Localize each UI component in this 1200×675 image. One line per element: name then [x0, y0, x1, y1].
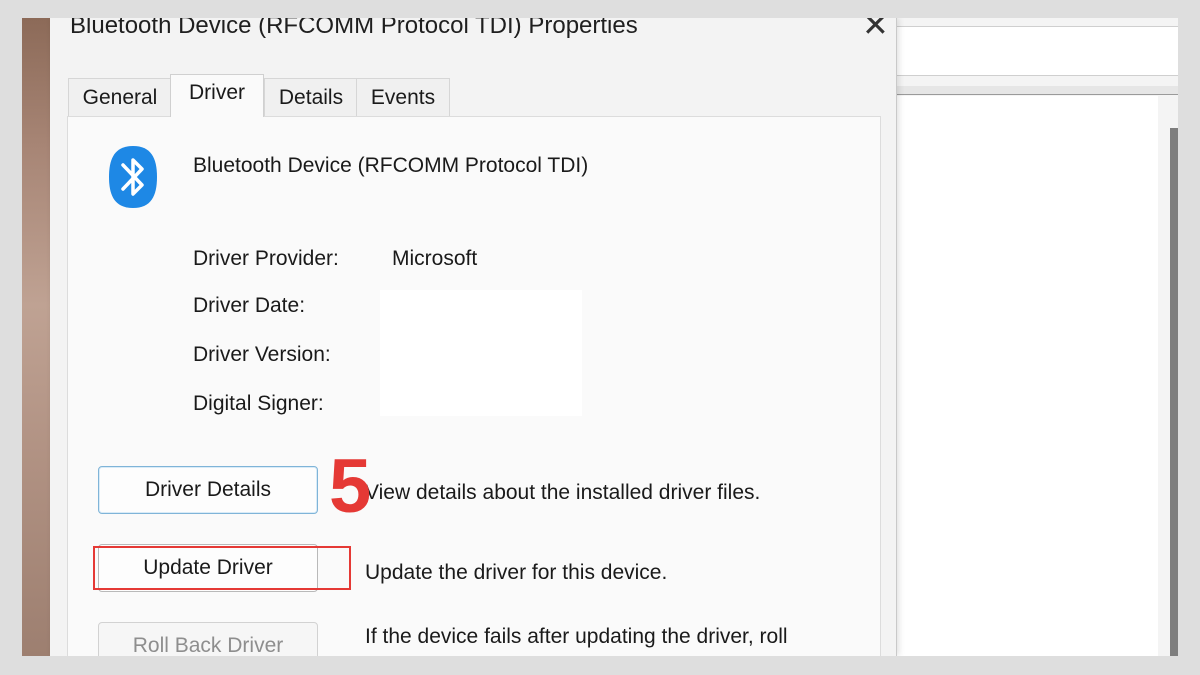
driver-version-label: Driver Version: [193, 343, 331, 366]
screenshot-frame: Bluetooth Device (RFCOMM Protocol TDI) P… [22, 18, 1178, 656]
driver-date-label: Driver Date: [193, 294, 306, 317]
desktop-wallpaper-strip [22, 18, 50, 656]
update-driver-description: Update the driver for this device. [365, 561, 668, 584]
roll-back-driver-description: If the device fails after updating the d… [365, 625, 788, 648]
digital-signer-label: Digital Signer: [193, 392, 324, 415]
close-button[interactable]: ✕ [862, 18, 889, 41]
bluetooth-icon [107, 144, 159, 215]
tab-general[interactable]: General [68, 78, 172, 116]
update-driver-button[interactable]: Update Driver [98, 544, 318, 592]
driver-provider-label: Driver Provider: [193, 247, 339, 270]
roll-back-driver-button[interactable]: Roll Back Driver [98, 622, 318, 656]
background-header-strip [896, 86, 1178, 95]
dialog-title: Bluetooth Device (RFCOMM Protocol TDI) P… [70, 18, 638, 39]
device-name: Bluetooth Device (RFCOMM Protocol TDI) [193, 154, 589, 177]
driver-provider-value: Microsoft [392, 247, 478, 270]
tab-driver[interactable]: Driver [170, 74, 264, 117]
driver-tab-panel: Bluetooth Device (RFCOMM Protocol TDI) D… [67, 116, 881, 656]
driver-details-button[interactable]: Driver Details [98, 466, 318, 514]
tab-events[interactable]: Events [356, 78, 450, 116]
background-scrollbar[interactable] [1170, 128, 1178, 656]
driver-details-description: View details about the installed driver … [365, 481, 761, 504]
step-number-annotation: 5 [329, 444, 372, 529]
redacted-values-box [380, 290, 582, 416]
background-toolbar [896, 26, 1178, 76]
background-content-pane [896, 96, 1158, 656]
properties-dialog: Bluetooth Device (RFCOMM Protocol TDI) P… [50, 18, 897, 656]
background-window [896, 18, 1178, 656]
tab-details[interactable]: Details [264, 78, 358, 116]
